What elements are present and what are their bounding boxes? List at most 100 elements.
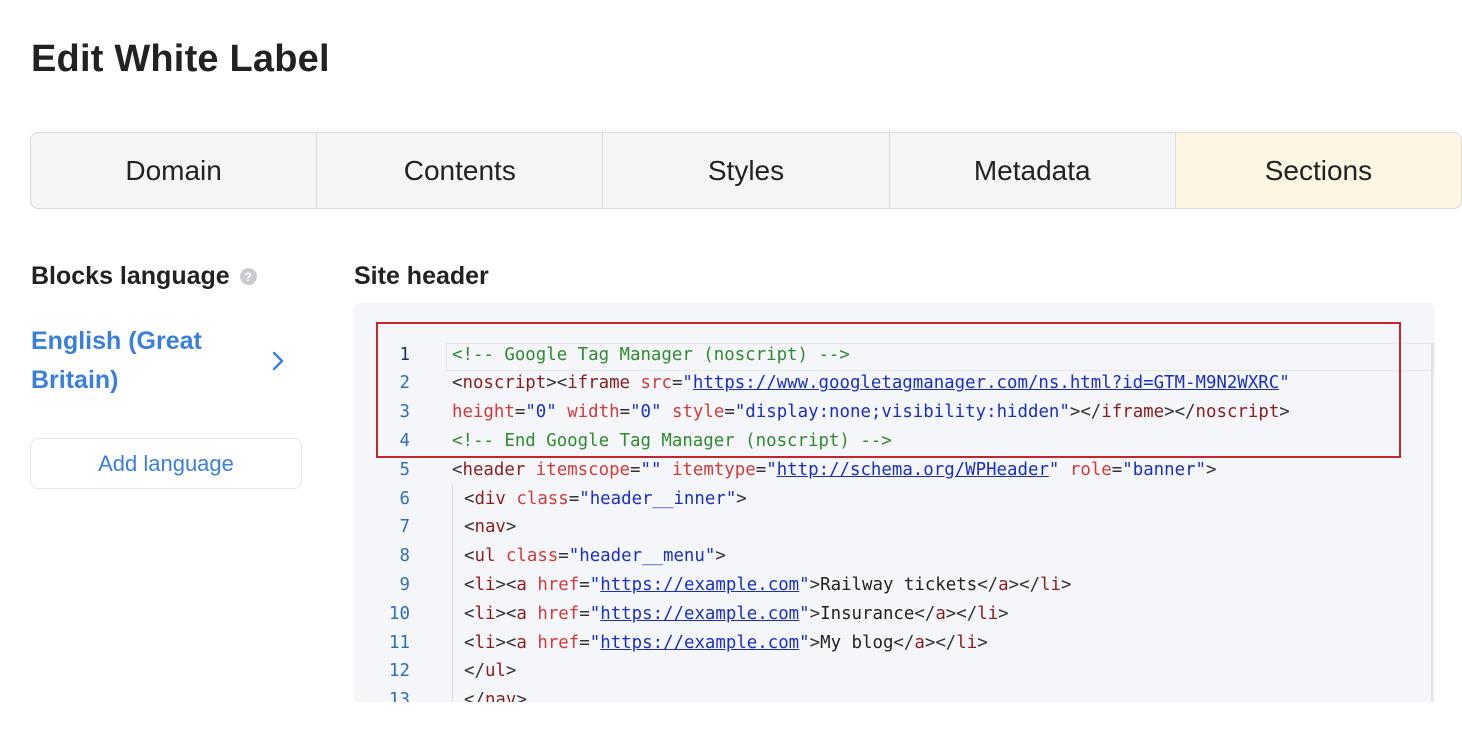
code-token: >< [495,603,517,624]
code-line: 13 </nav> [354,686,527,702]
code-token: a [516,632,527,653]
code-token: itemtype [671,459,756,480]
code-token: "0" [525,402,557,423]
code-token: itemscope [535,459,631,480]
code-token: < [464,517,475,538]
code-text: <header itemscope="" itemtype="http://sc… [452,460,1217,480]
code-token: a [914,632,925,653]
code-link[interactable]: https://example.com [600,604,799,624]
code-token: Insurance [820,603,915,624]
code-editor[interactable]: 1 <!-- Google Tag Manager (noscript) --> 2… [354,303,1435,702]
code-token: " [682,373,693,394]
indent-guide [452,484,453,702]
code-token: = [755,459,767,480]
code-token: " [799,603,810,624]
code-token: > [715,546,726,567]
code-token: > [809,574,821,595]
code-token: href [537,632,580,653]
line-number: 8 [399,546,410,567]
editor-scrollbar[interactable] [1431,343,1433,702]
code-token: li [977,603,999,624]
code-text: height="0" width="0" style="display:none… [452,402,1290,422]
code-token: a [998,574,1009,595]
code-token: = [579,574,590,595]
code-token: <!-- End Google Tag Manager (noscript) -… [452,430,892,451]
code-token: "banner" [1122,459,1207,480]
code-token: " [1279,373,1290,394]
code-token: >< [495,632,517,653]
code-link[interactable]: https://example.com [600,633,799,653]
code-line: 5 <header itemscope="" itemtype="http://s… [354,455,1217,484]
code-token: > [505,517,517,538]
tab-domain[interactable]: Domain [31,133,318,208]
code-token: a [516,574,527,595]
code-token: > [516,690,527,702]
code-token: src [640,373,672,394]
code-token: li [474,603,496,624]
tab-sections[interactable]: Sections [1175,133,1461,208]
code-line: 9 <li><a href="https://example.com">Railw… [354,570,1072,599]
code-text: </ul> [464,661,516,681]
code-token: ul [474,546,496,567]
code-token: "" [640,459,662,480]
code-token: ></ [1008,574,1041,595]
help-icon[interactable]: ? [239,268,257,285]
code-token: = [671,373,683,394]
code-token: "display:none;visibility:hidden" [734,402,1070,423]
code-link[interactable]: http://schema.org/WPHeader [777,460,1049,480]
code-token: li [956,632,978,653]
code-token: style [671,402,725,423]
code-token: <!-- Google Tag Manager (noscript) --> [452,344,850,365]
code-line: 3 height="0" width="0" style="display:non… [354,398,1290,427]
code-token: ></ [1164,402,1196,423]
code-token: width [567,402,620,423]
code-token: a [935,603,946,624]
code-token: div [474,488,506,509]
code-token: > [736,488,747,509]
line-number: 3 [399,402,410,423]
code-token: </ [464,690,485,702]
code-token: = [558,546,569,567]
code-token: li [474,632,496,653]
code-token: href [537,574,580,595]
language-label: English (Great Britain) [31,327,202,394]
code-token: = [619,402,631,423]
code-token: " [589,574,601,595]
code-token: >< [546,373,568,394]
code-text: <!-- Google Tag Manager (noscript) --> [452,345,850,365]
code-token: = [579,603,590,624]
code-link[interactable]: https://example.com [600,575,799,595]
code-token: > [1279,402,1290,423]
code-token: nav [484,690,517,702]
code-token: = [579,632,590,653]
code-token: < [464,632,475,653]
add-language-button[interactable]: Add language [30,438,302,489]
tab-metadata[interactable]: Metadata [890,133,1176,208]
code-token: > [809,632,821,653]
code-token: = [724,402,735,423]
code-link[interactable]: https://www.googletagmanager.com/ns.html… [693,373,1279,393]
code-token: "header__menu" [568,546,716,567]
site-header-title: Site header [354,262,489,290]
code-token: > [977,632,988,653]
code-token: < [452,459,463,480]
code-token: > [505,661,517,682]
page-title: Edit White Label [31,38,330,80]
code-token: noscript [462,373,547,394]
line-number: 12 [389,661,410,682]
code-token: header [462,459,526,480]
code-token: li [474,574,496,595]
code-token: > [1206,459,1217,480]
code-token: iframe [1101,402,1165,423]
tab-contents[interactable]: Contents [317,133,604,208]
language-item-english-gb[interactable]: English (Great Britain) [31,322,291,400]
code-text: <div class="header__inner"> [464,489,747,509]
line-number: 13 [389,690,410,702]
code-token: " [589,603,601,624]
tab-styles[interactable]: Styles [603,133,890,208]
